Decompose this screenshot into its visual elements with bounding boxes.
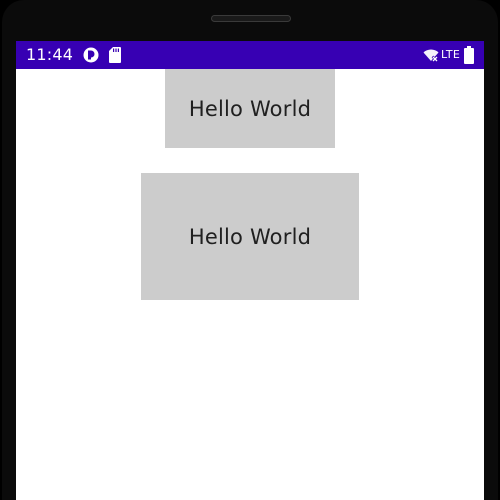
- hello-world-text-view-large: Hello World: [141, 173, 359, 300]
- app-notification-icon: [83, 47, 99, 63]
- earpiece-speaker: [211, 15, 291, 22]
- phone-screen: 11:44 LTE Hello World Hello World: [16, 41, 484, 500]
- battery-icon: [464, 46, 474, 64]
- wifi-icon: [423, 49, 439, 62]
- hello-world-label: Hello World: [188, 96, 312, 121]
- device: 11:44 LTE Hello World Hello World: [0, 0, 500, 500]
- hello-world-text-view: Hello World: [165, 69, 335, 148]
- hello-world-label: Hello World: [188, 224, 312, 249]
- status-clock: 11:44: [26, 45, 74, 64]
- network-type-label: LTE: [441, 48, 461, 61]
- app-content: Hello World Hello World: [16, 69, 484, 500]
- sd-card-icon: [109, 47, 121, 63]
- status-bar: 11:44 LTE: [16, 41, 484, 69]
